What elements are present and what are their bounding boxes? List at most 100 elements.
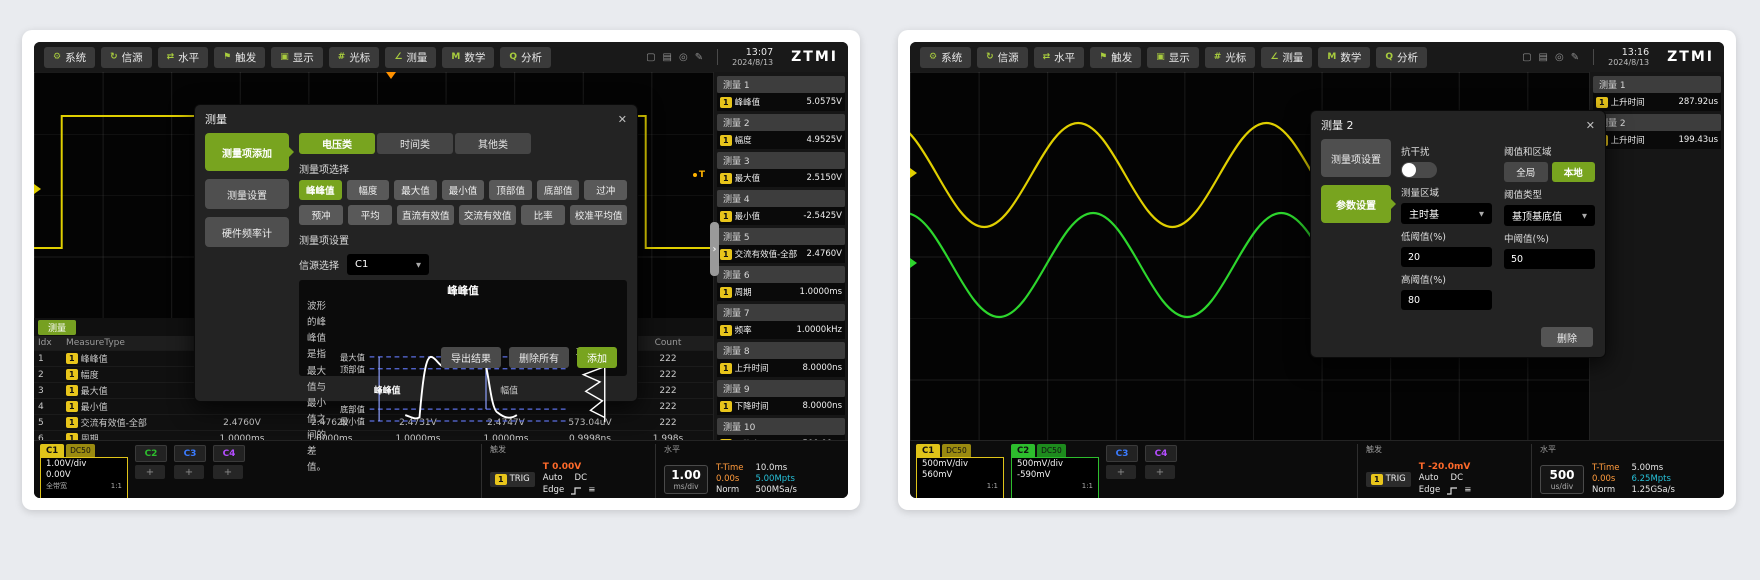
add-channel-button[interactable]: + [135, 465, 165, 479]
measurement-item[interactable]: 测量 11上升时间287.92us [1593, 76, 1721, 111]
channel3-chip[interactable]: C3 [1106, 445, 1138, 462]
menu-item-math[interactable]: M数学 [442, 47, 494, 68]
high-threshold-input[interactable]: 80 [1401, 290, 1492, 310]
item-mean[interactable]: 平均 [348, 205, 392, 225]
menu-item-system[interactable]: ⚙系统 [44, 47, 95, 68]
timebase-box[interactable]: 500 us/div [1540, 465, 1584, 494]
touch-icon[interactable]: ✎ [1571, 52, 1579, 63]
item-cal-mean[interactable]: 校准平均值 [570, 205, 627, 225]
menu-item-horizontal[interactable]: ⇄水平 [158, 47, 209, 68]
nav-add-measure[interactable]: 测量项添加 [205, 133, 289, 171]
menu-item-math[interactable]: M数学 [1318, 47, 1370, 68]
network-icon[interactable]: ◎ [1555, 52, 1564, 63]
threshold-type-select[interactable]: 基顶基底值▼ [1504, 205, 1595, 226]
trigger-menu-icon[interactable]: ≡ [588, 485, 595, 497]
touch-icon[interactable]: ✎ [695, 52, 703, 63]
global-button[interactable]: 全局 [1504, 162, 1548, 182]
item-top[interactable]: 顶部值 [489, 180, 532, 200]
nav-measure-settings[interactable]: 测量设置 [205, 179, 289, 209]
menu-item-display[interactable]: ▣显示 [1147, 47, 1199, 68]
channel3-chip[interactable]: C3 [174, 445, 206, 462]
item-max[interactable]: 最大值 [394, 180, 437, 200]
sidebar-collapse-handle[interactable]: › [710, 222, 719, 276]
nav-item-settings[interactable]: 测量项设置 [1321, 139, 1391, 177]
trigger-section[interactable]: 触发 1 TRIG T -20.0mV AutoDC Edge ≡ [1357, 444, 1524, 498]
menu-item-source[interactable]: ↻信源 [977, 47, 1028, 68]
channel4-chip[interactable]: C4 [1145, 445, 1177, 462]
trigger-level-marker[interactable]: T [693, 170, 705, 180]
measurement-item[interactable]: 测量 21上升时间199.43us [1593, 114, 1721, 149]
mid-threshold-input[interactable]: 50 [1504, 249, 1595, 269]
item-preshoot[interactable]: 预冲 [299, 205, 343, 225]
menu-item-measure[interactable]: ∠测量 [1261, 47, 1312, 68]
menu-item-cursor[interactable]: #光标 [1205, 47, 1256, 68]
measure-button[interactable]: 测量 [38, 320, 76, 335]
menu-item-horizontal[interactable]: ⇄水平 [1034, 47, 1085, 68]
channel1-box[interactable]: C1 DC50 500mV/div 560mV 1:1 [916, 444, 1004, 498]
trigger-source-chip[interactable]: 1 TRIG [1366, 472, 1411, 487]
tab-other[interactable]: 其他类 [455, 133, 531, 154]
add-channel-button[interactable]: + [174, 465, 204, 479]
measurement-item[interactable]: 测量 101正脉宽500.00us [717, 418, 845, 440]
export-results-button[interactable]: 导出结果 [441, 347, 501, 368]
menu-item-system[interactable]: ⚙系统 [920, 47, 971, 68]
channel2-box[interactable]: C2 DC50 500mV/div -590mV 1:1 [1011, 444, 1099, 498]
menu-item-trigger[interactable]: ⚑触发 [1090, 47, 1141, 68]
local-button[interactable]: 本地 [1552, 162, 1596, 182]
channel1-box[interactable]: C1 DC50 1.00V/div 0.00V 全带宽1:1 [40, 444, 128, 498]
item-dc-rms[interactable]: 直流有效值 [397, 205, 454, 225]
delete-button[interactable]: 删除 [1541, 327, 1593, 347]
menu-item-analyze[interactable]: Q分析 [500, 47, 551, 68]
menu-item-trigger[interactable]: ⚑触发 [214, 47, 265, 68]
menu-item-source[interactable]: ↻信源 [101, 47, 152, 68]
add-channel-button[interactable]: + [1145, 465, 1175, 479]
tab-voltage[interactable]: 电压类 [299, 133, 375, 154]
menu-item-display[interactable]: ▣显示 [271, 47, 323, 68]
measurement-item[interactable]: 测量 81上升时间8.0000ns [717, 342, 845, 377]
item-ratio[interactable]: 比率 [521, 205, 565, 225]
anti-jitter-toggle[interactable] [1401, 162, 1437, 178]
screenshot-icon[interactable]: ▢ [646, 52, 655, 63]
measurement-item[interactable]: 测量 21幅度4.9525V [717, 114, 845, 149]
channel1-marker[interactable] [910, 168, 917, 178]
trigger-position-marker[interactable] [386, 72, 396, 79]
measurement-item[interactable]: 测量 91下降时间8.0000ns [717, 380, 845, 415]
measurement-item[interactable]: 测量 41最小值-2.5425V [717, 190, 845, 225]
add-channel-button[interactable]: + [1106, 465, 1136, 479]
low-threshold-input[interactable]: 20 [1401, 247, 1492, 267]
measure-region-select[interactable]: 主时基▼ [1401, 203, 1492, 224]
add-button[interactable]: 添加 [577, 347, 617, 368]
nav-param-settings[interactable]: 参数设置 [1321, 185, 1391, 223]
item-min[interactable]: 最小值 [442, 180, 485, 200]
item-base[interactable]: 底部值 [537, 180, 580, 200]
item-amplitude[interactable]: 幅度 [347, 180, 390, 200]
tab-time[interactable]: 时间类 [377, 133, 453, 154]
measurement-item[interactable]: 测量 51交流有效值-全部2.4760V [717, 228, 845, 263]
menu-item-analyze[interactable]: Q分析 [1376, 47, 1427, 68]
delete-all-button[interactable]: 删除所有 [509, 347, 569, 368]
close-icon[interactable]: ✕ [618, 113, 627, 126]
network-icon[interactable]: ◎ [679, 52, 688, 63]
channel2-marker[interactable] [910, 258, 917, 268]
nav-hw-counter[interactable]: 硬件频率计 [205, 217, 289, 247]
save-icon[interactable]: ▤ [1539, 52, 1548, 63]
item-overshoot[interactable]: 过冲 [584, 180, 627, 200]
horizontal-section[interactable]: 水平 500 us/div T-Time5.00ms 0.00s6.25Mpts… [1531, 444, 1718, 498]
source-select[interactable]: C1 ▼ [347, 254, 429, 275]
channel4-chip[interactable]: C4 [213, 445, 245, 462]
close-icon[interactable]: ✕ [1586, 119, 1595, 132]
add-channel-button[interactable]: + [213, 465, 243, 479]
horizontal-section[interactable]: 水平 1.00 ms/div T-Time10.0ms 0.00s5.00Mpt… [655, 444, 842, 498]
menu-item-cursor[interactable]: #光标 [329, 47, 380, 68]
save-icon[interactable]: ▤ [663, 52, 672, 63]
screenshot-icon[interactable]: ▢ [1522, 52, 1531, 63]
item-peak-peak[interactable]: 峰峰值 [299, 180, 342, 200]
channel1-marker[interactable] [34, 184, 41, 194]
item-ac-rms[interactable]: 交流有效值 [459, 205, 516, 225]
measurement-item[interactable]: 测量 61周期1.0000ms [717, 266, 845, 301]
channel2-chip[interactable]: C2 [135, 445, 167, 462]
trigger-menu-icon[interactable]: ≡ [1464, 485, 1471, 497]
menu-item-measure[interactable]: ∠测量 [385, 47, 436, 68]
measurement-item[interactable]: 测量 71频率1.0000kHz [717, 304, 845, 339]
measurement-item[interactable]: 测量 31最大值2.5150V [717, 152, 845, 187]
